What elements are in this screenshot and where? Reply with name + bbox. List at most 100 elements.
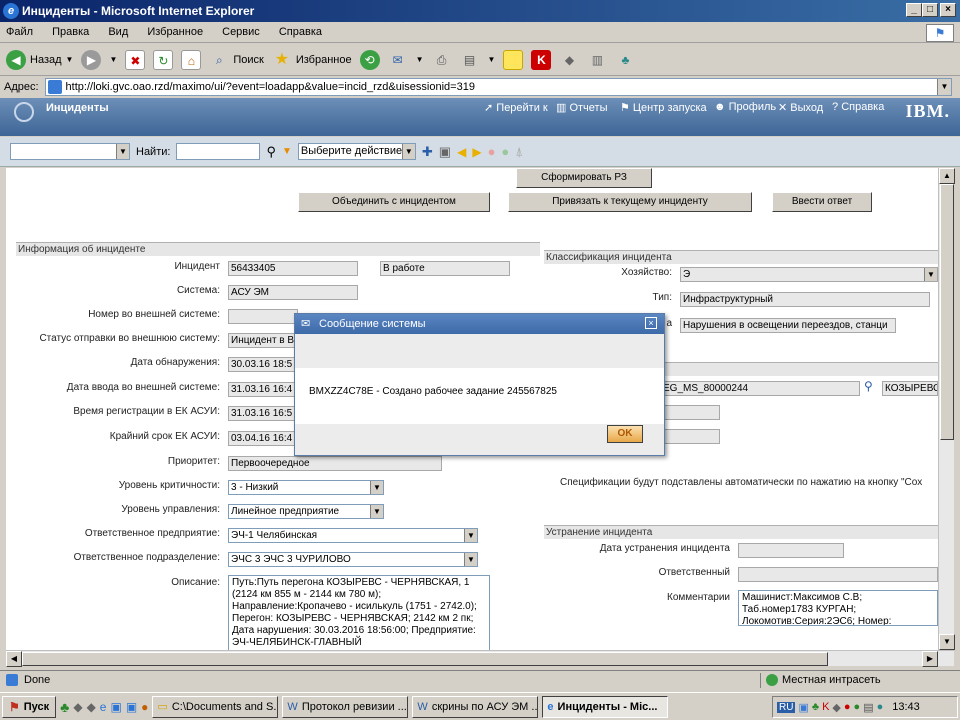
tray-icon-2[interactable]: ♣ xyxy=(812,701,819,713)
resp-enterprise-label: Ответственное предприятие: xyxy=(84,528,220,539)
comments-textarea[interactable]: Машинист:Максимов С.В; Таб.номер1783 КУР… xyxy=(738,590,938,626)
send-status-label: Статус отправки во внешнюю систему: xyxy=(39,333,220,344)
chevron-down-icon: ▼ xyxy=(370,481,383,494)
farm-select[interactable]: Э ▼ xyxy=(680,267,938,282)
note-icon[interactable] xyxy=(503,49,524,70)
quicklaunch-icon-6[interactable]: ▣ xyxy=(126,700,137,714)
refresh-icon[interactable]: ↻ xyxy=(153,49,174,70)
nav-logout[interactable]: ✕ Выход xyxy=(778,101,823,114)
tray-kaspersky-icon[interactable]: K xyxy=(822,701,829,713)
menu-view[interactable]: Вид xyxy=(108,26,128,38)
print-icon[interactable]: ⎙ xyxy=(432,50,452,70)
start-button[interactable]: ⚑ Пуск xyxy=(2,695,57,718)
tray-icon-6[interactable]: ● xyxy=(854,701,861,713)
nav-help[interactable]: ? Справка xyxy=(832,101,884,113)
criticality-select[interactable]: 3 - Низкий ▼ xyxy=(228,480,384,495)
scroll-up-icon[interactable]: ▲ xyxy=(939,168,955,184)
close-button[interactable]: × xyxy=(940,3,956,17)
menu-tools[interactable]: Сервис xyxy=(222,26,260,38)
hscroll-thumb[interactable] xyxy=(22,652,828,666)
ok-button[interactable]: OK xyxy=(607,425,643,443)
next-icon[interactable]: ▶ xyxy=(472,145,481,159)
stop-icon[interactable]: ✖ xyxy=(125,49,146,70)
task-protocol[interactable]: W Протокол ревизии ... xyxy=(282,695,409,718)
quicklaunch-icon-3[interactable]: ◆ xyxy=(87,700,96,714)
scroll-right-icon[interactable]: ▶ xyxy=(922,651,938,667)
address-bar: Адрес: http://loki.gvc.oao.rzd/maximo/ui… xyxy=(0,77,960,97)
scroll-down-icon[interactable]: ▼ xyxy=(939,634,955,650)
description-textarea[interactable]: Путь:Путь перегона КОЗЫРЕВС - ЧЕРНЯВСКАЯ… xyxy=(228,575,490,650)
tray-icon-8[interactable]: ● xyxy=(877,701,884,713)
mgmt-level-select[interactable]: Линейное предприятие ▼ xyxy=(228,504,384,519)
search-button[interactable]: ⌕ Поиск xyxy=(209,50,264,70)
form-rz-button[interactable]: Сформировать РЗ xyxy=(516,168,652,188)
forward-button[interactable]: ▶ xyxy=(81,49,102,70)
app-logo-icon xyxy=(14,102,34,122)
edit-icon[interactable]: ▤ xyxy=(460,50,480,70)
tray-icon-1[interactable]: ▣ xyxy=(798,701,808,714)
new-record-icon[interactable]: ✚ xyxy=(422,144,433,160)
address-input[interactable]: http://loki.gvc.oao.rzd/maximo/ui/?event… xyxy=(44,78,952,96)
task-incidents[interactable]: e Инциденты - Mic... xyxy=(542,695,669,718)
minimize-button[interactable]: _ xyxy=(906,3,922,17)
history-icon[interactable]: ⟲ xyxy=(359,49,380,70)
previous-icon[interactable]: ◀ xyxy=(457,145,466,159)
tray-icon-4[interactable]: ◆ xyxy=(832,701,840,714)
resp-enterprise-select[interactable]: ЭЧ-1 Челябинская ▼ xyxy=(228,528,478,543)
menu-file[interactable]: Файл xyxy=(6,26,33,38)
quicklaunch-icon-2[interactable]: ◆ xyxy=(73,700,82,714)
query-select[interactable]: ▼ xyxy=(10,143,130,160)
horizontal-scrollbar[interactable]: ◀ ▶ xyxy=(6,650,954,667)
criticality-label: Уровень критичности: xyxy=(118,480,220,491)
bell-icon[interactable]: ⍋ xyxy=(515,144,523,160)
kaspersky-icon[interactable]: K xyxy=(531,49,552,70)
language-indicator[interactable]: RU xyxy=(777,701,796,713)
chevron-down-icon[interactable]: ▼ xyxy=(937,79,951,95)
favorites-button[interactable]: ★ Избранное xyxy=(272,50,352,70)
save-icon[interactable]: ▣ xyxy=(439,144,451,160)
nav-logout-label: Выход xyxy=(790,102,824,114)
resp-unit-select[interactable]: ЭЧС 3 ЭЧС 3 ЧУРИЛОВО ▼ xyxy=(228,552,478,567)
enter-reply-button[interactable]: Ввести ответ xyxy=(772,192,872,212)
nav-goto[interactable]: ➚ Перейти к xyxy=(484,101,548,114)
people-icon[interactable]: ♣ xyxy=(615,50,635,70)
menu-edit[interactable]: Правка xyxy=(52,26,89,38)
quicklaunch-icon-5[interactable]: ▣ xyxy=(110,700,121,714)
find-input[interactable] xyxy=(176,143,261,160)
tray-icon-7[interactable]: ▤ xyxy=(863,701,873,714)
quicklaunch-icon-7[interactable]: ● xyxy=(141,700,148,714)
research-icon[interactable]: ▥ xyxy=(587,50,607,70)
detect-date-field: 30.03.16 18:5 xyxy=(228,357,298,372)
route-icon[interactable]: ● xyxy=(501,144,509,159)
nav-profile[interactable]: ☻ Профиль xyxy=(714,101,776,113)
home-icon[interactable]: ⌂ xyxy=(181,49,202,70)
quicklaunch-ie-icon[interactable]: e xyxy=(100,700,107,714)
link-incident-button[interactable]: Привязать к текущему инциденту xyxy=(508,192,752,212)
close-icon[interactable]: × xyxy=(645,317,657,329)
menu-help[interactable]: Справка xyxy=(279,26,322,38)
task-explorer[interactable]: ▭ C:\Documents and S... xyxy=(152,695,279,718)
merge-incident-button[interactable]: Объединить с инцидентом xyxy=(298,192,490,212)
nav-reports[interactable]: ▥ Отчеты xyxy=(556,101,607,114)
page-done-icon xyxy=(6,674,18,686)
mgmt-level-value: Линейное предприятие xyxy=(231,506,340,517)
vertical-scrollbar[interactable]: ▲ ▼ xyxy=(938,168,955,650)
messenger-icon[interactable]: ◆ xyxy=(559,50,579,70)
back-button[interactable]: ◀ Назад ▼ xyxy=(6,49,73,70)
filter-icon[interactable]: ▼ xyxy=(282,146,292,157)
action-select[interactable]: Выберите действие ▼ xyxy=(297,143,416,160)
tray-icon-5[interactable]: ● xyxy=(844,701,851,713)
chevron-down-icon: ▼ xyxy=(415,55,424,64)
route-stop-icon[interactable]: ● xyxy=(488,144,496,159)
task-screens[interactable]: Wскрины по АСУ ЭМ ... xyxy=(412,695,539,718)
maximize-button[interactable]: □ xyxy=(922,3,938,17)
mail-icon[interactable]: ✉ xyxy=(388,50,408,70)
scroll-left-icon[interactable]: ◀ xyxy=(6,651,22,667)
menu-favorites[interactable]: Избранное xyxy=(147,26,203,38)
quicklaunch-tree-icon[interactable]: ♣ xyxy=(60,699,69,715)
scroll-thumb[interactable] xyxy=(940,184,954,440)
lookup-icon[interactable]: ⚲ xyxy=(864,379,873,393)
nav-launch-center[interactable]: ⚑ Центр запуска xyxy=(620,101,707,114)
responsible-field xyxy=(738,567,938,582)
binoculars-icon[interactable]: ⚲ xyxy=(266,144,276,160)
